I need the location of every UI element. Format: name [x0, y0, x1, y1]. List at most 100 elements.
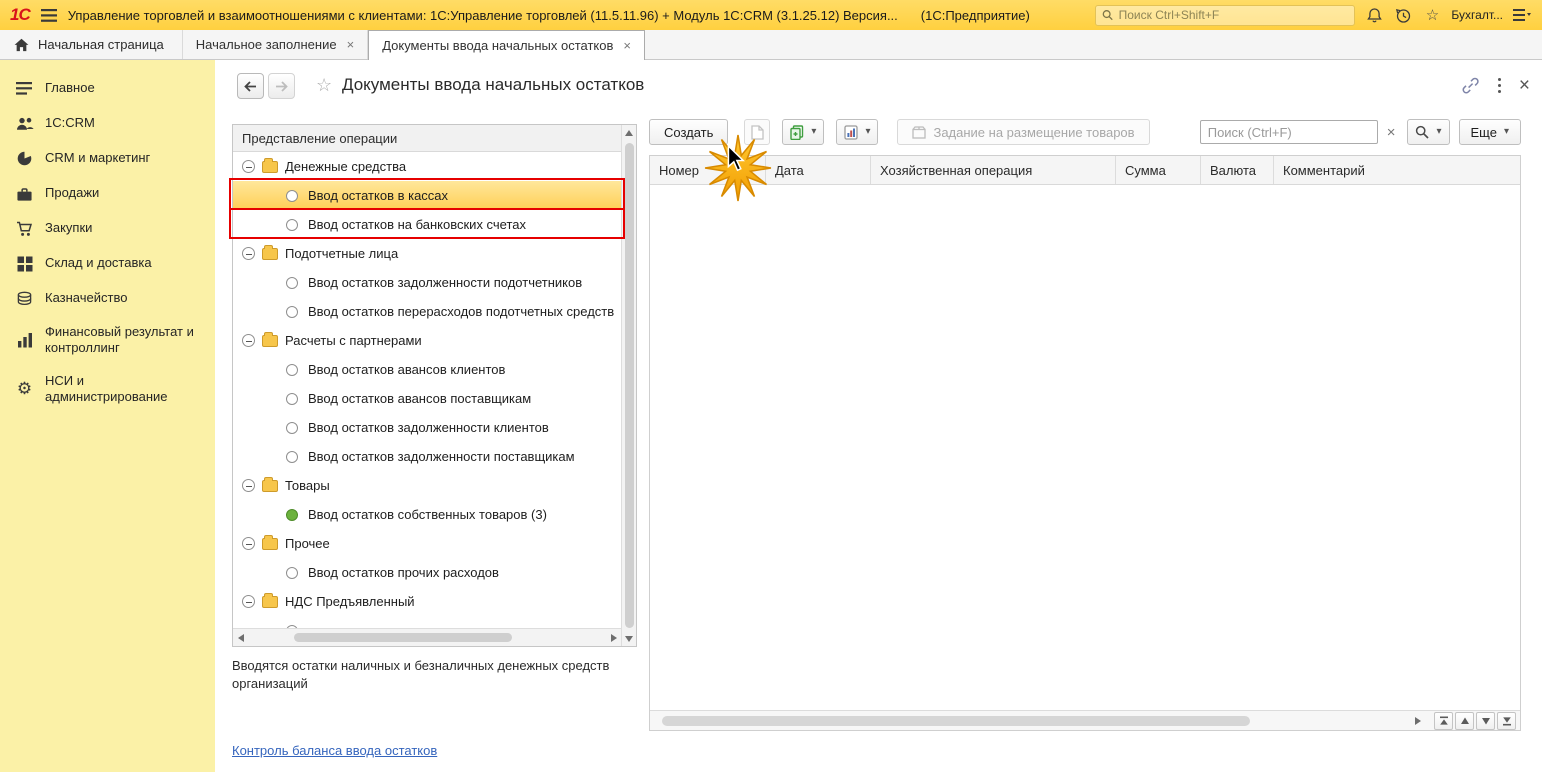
tree-item-supplier-debt[interactable]: Ввод остатков задолженности поставщикам: [233, 442, 621, 471]
page-up-icon[interactable]: [1455, 711, 1474, 730]
grid-horizontal-scrollbar[interactable]: [650, 710, 1520, 730]
create-button[interactable]: Создать: [649, 119, 729, 145]
tree-group-accountable-persons[interactable]: Подотчетные лица: [233, 239, 621, 268]
tree-vertical-scrollbar[interactable]: [621, 125, 636, 646]
functions-menu-icon[interactable]: [1512, 5, 1532, 25]
collapse-icon[interactable]: [242, 334, 255, 347]
list-search-input[interactable]: [1207, 124, 1370, 140]
list-search-box[interactable]: [1199, 120, 1378, 144]
operation-circle-icon: [286, 305, 298, 318]
scroll-right-icon[interactable]: [606, 629, 621, 647]
sidebar-item-label: Продажи: [45, 185, 100, 201]
sidebar-item-1c-crm[interactable]: 1С:CRM: [0, 106, 215, 141]
collapse-icon[interactable]: [242, 595, 255, 608]
global-search-input[interactable]: [1118, 8, 1349, 22]
collapse-icon[interactable]: [242, 160, 255, 173]
scrollbar-track[interactable]: [654, 711, 1410, 731]
hamburger-menu-icon[interactable]: [39, 5, 59, 25]
add-to-favorites-icon[interactable]: ☆: [316, 75, 332, 96]
tab-initial-filling[interactable]: Начальное заполнение ×: [183, 30, 369, 59]
tab-opening-balance-documents[interactable]: Документы ввода начальных остатков ×: [368, 30, 645, 60]
tree-item-label: Ввод остатков задолженности подотчетнико…: [308, 275, 583, 290]
tree-group-partner-settlements[interactable]: Расчеты с партнерами: [233, 326, 621, 355]
balance-control-link[interactable]: Контроль баланса ввода остатков: [232, 743, 437, 758]
grid-column-header[interactable]: Валюта: [1201, 156, 1274, 184]
notifications-bell-icon[interactable]: [1364, 5, 1384, 25]
scrollbar-thumb[interactable]: [624, 143, 634, 628]
scrollbar-thumb[interactable]: [662, 715, 1250, 726]
tree-group-vat-presented[interactable]: НДС Предъявленный: [233, 587, 621, 616]
placement-task-button[interactable]: Задание на размещение товаров: [897, 119, 1150, 145]
sidebar-item-main[interactable]: Главное: [0, 71, 215, 106]
page-down-icon[interactable]: [1476, 711, 1495, 730]
sidebar-item-administration[interactable]: ⚙ НСИ и администрирование: [0, 365, 215, 414]
scroll-down-icon[interactable]: [622, 631, 637, 646]
more-menu-kebab-icon[interactable]: [1497, 78, 1501, 93]
scroll-right-icon[interactable]: [1410, 712, 1426, 730]
scroll-up-icon[interactable]: [622, 125, 637, 140]
grid-column-header[interactable]: Дата: [766, 156, 871, 184]
tree-item-partial[interactable]: [233, 616, 621, 628]
grid-column-header[interactable]: Номер: [650, 156, 766, 184]
grid-column-header[interactable]: Хозяйственная операция: [871, 156, 1116, 184]
tree-item-supplier-advances[interactable]: Ввод остатков авансов поставщикам: [233, 384, 621, 413]
collapse-icon[interactable]: [242, 479, 255, 492]
sidebar-item-treasury[interactable]: Казначейство: [0, 281, 215, 316]
search-icon: [1416, 125, 1430, 139]
sidebar-item-sales[interactable]: Продажи: [0, 176, 215, 211]
tree-rows: Денежные средства Ввод остатков в кассах…: [233, 152, 621, 628]
document-icon: [751, 124, 764, 140]
operation-circle-icon: [286, 218, 298, 231]
scroll-left-icon[interactable]: [233, 629, 248, 647]
tree-item-other-expenses[interactable]: Ввод остатков прочих расходов: [233, 558, 621, 587]
grid-empty-body[interactable]: [650, 185, 1520, 710]
grid-column-header[interactable]: Комментарий: [1274, 156, 1520, 184]
sidebar-item-warehouse[interactable]: Склад и доставка: [0, 246, 215, 281]
tree-item-accountable-overspend[interactable]: Ввод остатков перерасходов подотчетных с…: [233, 297, 621, 326]
folder-icon: [262, 157, 278, 173]
tree-item-own-goods[interactable]: Ввод остатков собственных товаров (3): [233, 500, 621, 529]
sidebar-item-purchases[interactable]: Закупки: [0, 211, 215, 246]
tree-horizontal-scrollbar[interactable]: [233, 628, 621, 646]
tree-group-goods[interactable]: Товары: [233, 471, 621, 500]
tree-item-client-debt[interactable]: Ввод остатков задолженности клиентов: [233, 413, 621, 442]
tab-close-icon[interactable]: ×: [347, 38, 355, 51]
current-user[interactable]: Бухгалт...: [1451, 8, 1503, 22]
tree-group-cash[interactable]: Денежные средства: [233, 152, 621, 181]
home-tab[interactable]: Начальная страница: [0, 30, 183, 59]
search-options-dropdown[interactable]: ▾: [1407, 119, 1450, 145]
collapse-icon[interactable]: [242, 247, 255, 260]
global-search[interactable]: [1095, 4, 1356, 26]
close-form-icon[interactable]: ×: [1519, 76, 1530, 95]
sidebar-item-financial-result[interactable]: Финансовый результат и контроллинг: [0, 316, 215, 365]
forward-button[interactable]: [268, 73, 295, 99]
sidebar-item-label: Главное: [45, 80, 95, 96]
favorites-star-icon[interactable]: ☆: [1422, 5, 1442, 25]
tab-close-icon[interactable]: ×: [623, 39, 631, 52]
tree-item-label: Ввод остатков собственных товаров (3): [308, 507, 547, 522]
people-icon: [15, 114, 34, 133]
go-to-last-icon[interactable]: [1497, 711, 1516, 730]
tree-group-other[interactable]: Прочее: [233, 529, 621, 558]
get-link-icon[interactable]: [1461, 76, 1480, 95]
scrollbar-thumb[interactable]: [294, 633, 512, 642]
back-button[interactable]: [237, 73, 264, 99]
go-to-first-icon[interactable]: [1434, 711, 1453, 730]
tree-item-cash-registers[interactable]: Ввод остатков в кассах: [233, 181, 621, 210]
reports-dropdown[interactable]: ▾: [836, 119, 879, 145]
tree-item-client-advances[interactable]: Ввод остатков авансов клиентов: [233, 355, 621, 384]
history-icon[interactable]: [1393, 5, 1413, 25]
tree-item-accountable-debt[interactable]: Ввод остатков задолженности подотчетнико…: [233, 268, 621, 297]
gear-icon: ⚙: [16, 379, 33, 399]
copy-create-button[interactable]: [744, 119, 771, 145]
tree-column-header[interactable]: Представление операции: [233, 125, 621, 152]
caret-down-icon: ▾: [1436, 126, 1442, 137]
clear-search-icon[interactable]: ×: [1384, 125, 1399, 140]
collapse-icon[interactable]: [242, 537, 255, 550]
tree-item-label: Ввод остатков задолженности клиентов: [308, 420, 549, 435]
create-group-dropdown[interactable]: ▾: [782, 119, 825, 145]
sidebar-item-crm-marketing[interactable]: CRM и маркетинг: [0, 141, 215, 176]
grid-column-header[interactable]: Сумма: [1116, 156, 1201, 184]
more-button[interactable]: Еще ▾: [1458, 119, 1521, 145]
tree-item-bank-accounts[interactable]: Ввод остатков на банковских счетах: [233, 210, 621, 239]
